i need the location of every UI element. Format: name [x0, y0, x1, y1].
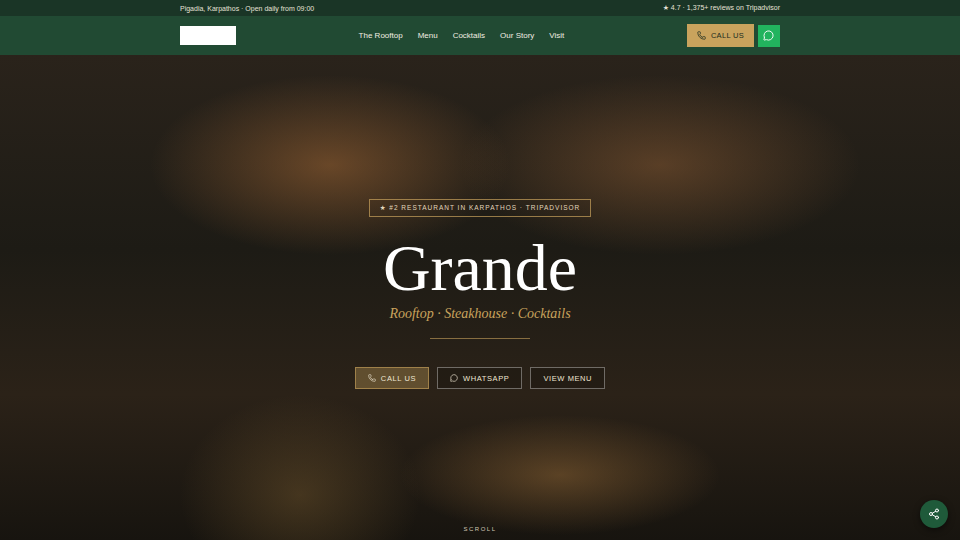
- hero-divider: [430, 338, 530, 339]
- rating-text: ★ 4.7 · 1,375+ reviews on Tripadvisor: [663, 4, 780, 12]
- phone-icon: [368, 374, 376, 382]
- nav-bar: The Rooftop Menu Cocktails Our Story Visit CA…: [0, 16, 960, 55]
- nav-link[interactable]: Our Story: [500, 31, 534, 40]
- nav-link[interactable]: Menu: [418, 31, 438, 40]
- hero-button[interactable]: VIEW MENU: [530, 367, 605, 389]
- scroll-indicator[interactable]: SCROLL: [463, 526, 496, 532]
- share-button[interactable]: [920, 500, 948, 528]
- call-button[interactable]: CALL US: [687, 24, 754, 47]
- location-text: Pigadia, Karpathos · Open daily from 09:…: [180, 5, 314, 12]
- hero-title: Grande: [383, 233, 577, 302]
- hero-badge: ★ #2 RESTAURANT IN KARPATHOS · TRIPADVIS…: [369, 199, 592, 217]
- share-icon: [928, 508, 940, 520]
- hero-button[interactable]: WHATSAPP: [437, 367, 522, 389]
- hero: ★ #2 RESTAURANT IN KARPATHOS · TRIPADVIS…: [0, 55, 960, 540]
- logo[interactable]: [180, 26, 236, 45]
- page: Pigadia, Karpathos · Open daily from 09:…: [0, 0, 960, 540]
- hero-buttons: CALL US WHATSAPP VIEW MENU: [355, 367, 605, 389]
- nav-links: The Rooftop Menu Cocktails Our Story Visit: [359, 31, 565, 40]
- top-bar: Pigadia, Karpathos · Open daily from 09:…: [0, 0, 960, 16]
- nav-link[interactable]: Visit: [549, 31, 564, 40]
- phone-icon: [697, 31, 706, 40]
- whatsapp-icon: [763, 30, 774, 41]
- whatsapp-icon: [450, 374, 458, 382]
- nav-actions: CALL US: [687, 24, 780, 47]
- whatsapp-button[interactable]: [758, 25, 780, 47]
- hero-subtitle: Rooftop · Steakhouse · Cocktails: [389, 306, 570, 322]
- hero-button[interactable]: CALL US: [355, 367, 429, 389]
- nav-link[interactable]: Cocktails: [453, 31, 485, 40]
- nav-link[interactable]: The Rooftop: [359, 31, 403, 40]
